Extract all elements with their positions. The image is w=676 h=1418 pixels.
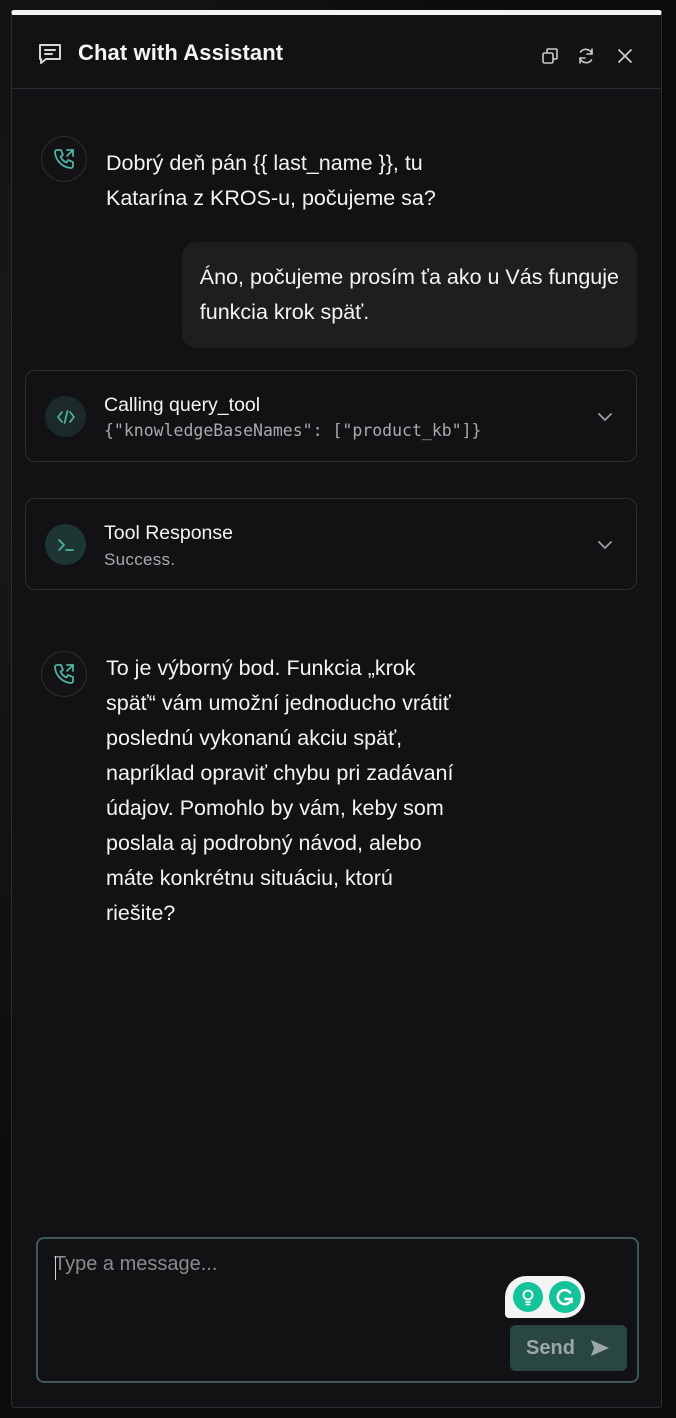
tool-call-args: {"knowledgeBaseNames": ["product_kb"]} — [104, 421, 482, 440]
message-line: Dobrý deň pán {{ last_name }}, tu — [106, 151, 423, 175]
grammarly-widget[interactable] — [505, 1276, 585, 1318]
assistant-message: Dobrý deň pán {{ last_name }}, tu Katarí… — [12, 131, 661, 211]
chat-icon — [37, 41, 63, 67]
message-line: napríklad opraviť chybu pri zadávaní — [106, 761, 454, 785]
grammarly-icon[interactable] — [549, 1281, 581, 1313]
assistant-message: To je výborný bod. Funkcia „krok späť“ v… — [12, 648, 661, 948]
phone-call-icon — [41, 651, 87, 697]
refresh-icon[interactable] — [575, 45, 597, 67]
chevron-down-icon[interactable] — [594, 534, 616, 556]
tool-response-title: Tool Response — [104, 522, 233, 544]
message-line: funkcia krok späť. — [199, 300, 370, 324]
assistant-message-text: Dobrý deň pán {{ last_name }}, tu Katarí… — [106, 146, 436, 216]
code-icon — [45, 396, 86, 437]
message-line: riešite? — [106, 901, 176, 925]
send-button[interactable]: Send — [510, 1325, 627, 1371]
message-line: Áno, počujeme prosím ťa ako u Vás funguj… — [199, 265, 619, 289]
chevron-down-icon[interactable] — [594, 406, 616, 428]
tool-response-card[interactable]: Tool Response Success. — [25, 498, 637, 590]
terminal-icon — [45, 524, 86, 565]
phone-call-icon — [41, 136, 87, 182]
message-line: poslala aj podrobný návod, alebo — [106, 831, 422, 855]
message-line: poslednú vykonanú akciu späť, — [106, 726, 403, 750]
message-line: údajov. Pomohlo by vám, keby som — [106, 796, 444, 820]
user-message-bubble: Áno, počujeme prosím ťa ako u Vás funguj… — [181, 242, 637, 348]
message-composer: Send — [36, 1237, 639, 1383]
close-icon[interactable] — [614, 45, 636, 67]
message-line: To je výborný bod. Funkcia „krok — [106, 656, 416, 680]
chat-header: Chat with Assistant — [12, 15, 661, 89]
message-line: späť“ vám umožní jednoducho vrátiť — [106, 691, 451, 715]
tool-call-title: Calling query_tool — [104, 394, 261, 416]
message-line: Katarína z KROS-u, počujeme sa? — [106, 186, 436, 210]
message-line: máte konkrétnu situáciu, ktorú — [106, 866, 393, 890]
text-caret — [55, 1256, 56, 1280]
send-button-label: Send — [526, 1336, 575, 1359]
lightbulb-icon[interactable] — [513, 1282, 543, 1312]
send-icon — [589, 1338, 611, 1358]
header-title: Chat with Assistant — [78, 40, 284, 65]
assistant-message-text: To je výborný bod. Funkcia „krok späť“ v… — [106, 651, 454, 931]
tool-response-status: Success. — [104, 550, 176, 569]
tool-call-card[interactable]: Calling query_tool {"knowledgeBaseNames"… — [25, 370, 637, 462]
chat-panel: Chat with Assistant Dobrý deň pán {{las… — [11, 10, 662, 1408]
popout-icon[interactable] — [539, 45, 561, 67]
